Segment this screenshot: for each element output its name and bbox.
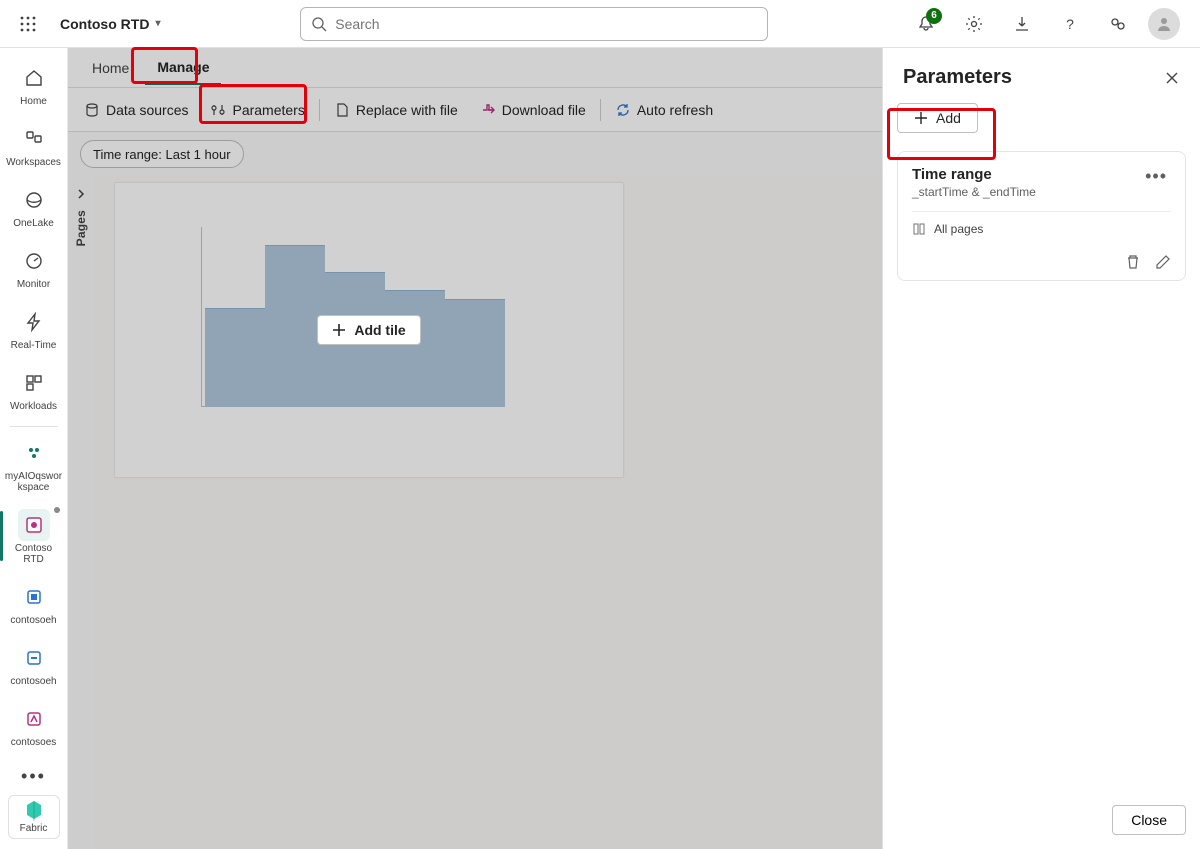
- chevron-down-icon: ▾: [155, 18, 160, 29]
- pages-icon: [912, 222, 926, 236]
- dashboard-canvas: Add tile: [94, 176, 882, 849]
- eventhouse-icon: [18, 581, 50, 613]
- chart-bar-1: [265, 245, 325, 407]
- plus-icon: [332, 323, 346, 337]
- autorefresh-icon: [615, 102, 631, 118]
- time-range-chip[interactable]: Time range: Last 1 hour: [80, 140, 244, 168]
- search-input[interactable]: [335, 16, 757, 32]
- add-parameter-button[interactable]: Add: [897, 103, 978, 133]
- datasource-icon: [84, 102, 100, 118]
- toolbar-separator: [319, 99, 320, 121]
- top-icons: 6 ?: [896, 6, 1192, 42]
- export-icon: [480, 102, 496, 118]
- app-launcher-icon[interactable]: [8, 4, 48, 44]
- pages-gutter: Pages: [68, 176, 94, 849]
- chart-bar-0: [205, 308, 265, 407]
- dashboard-icon: [18, 509, 50, 541]
- rail-divider: [10, 426, 58, 427]
- toolbar-separator-2: [600, 99, 601, 121]
- rail-monitor[interactable]: Monitor: [4, 239, 64, 294]
- rail-contosoeh-1[interactable]: contosoeh: [4, 575, 64, 630]
- workspace-name: Contoso RTD: [60, 16, 149, 32]
- status-dot-icon: [54, 507, 60, 513]
- realtime-icon: [18, 306, 50, 338]
- workspace-custom-icon: [18, 437, 50, 469]
- filters-row: Time range: Last 1 hour: [68, 132, 882, 176]
- fabric-icon: [23, 799, 45, 821]
- monitor-icon: [18, 245, 50, 277]
- search-icon: [311, 16, 327, 32]
- svg-text:?: ?: [1066, 16, 1074, 32]
- plus-icon: [914, 111, 928, 125]
- rail-more-icon[interactable]: •••: [13, 758, 54, 795]
- workloads-icon: [18, 367, 50, 399]
- close-panel-button[interactable]: Close: [1112, 805, 1186, 835]
- rail-contosoeh-2[interactable]: contosoeh: [4, 636, 64, 691]
- dashboard-tile-placeholder: Add tile: [114, 182, 624, 478]
- kql-icon: [18, 703, 50, 735]
- replace-file-button[interactable]: Replace with file: [324, 96, 468, 124]
- close-icon[interactable]: [1164, 70, 1180, 86]
- rail-myworkspace[interactable]: myAIOqsworkspace: [4, 431, 64, 497]
- help-icon[interactable]: ?: [1052, 6, 1088, 42]
- workspace-picker[interactable]: Contoso RTD ▾: [48, 0, 172, 47]
- parameters-panel: Parameters Add Time range _startTime & _…: [882, 48, 1200, 849]
- tabs-bar: Home Manage: [68, 48, 882, 88]
- tab-manage[interactable]: Manage: [145, 51, 221, 85]
- rail-workspaces[interactable]: Workspaces: [4, 117, 64, 172]
- feedback-icon[interactable]: [1100, 6, 1136, 42]
- data-sources-button[interactable]: Data sources: [74, 96, 198, 124]
- add-tile-button[interactable]: Add tile: [317, 315, 420, 345]
- settings-icon[interactable]: [956, 6, 992, 42]
- top-bar: Contoso RTD ▾ 6 ?: [0, 0, 1200, 48]
- rail-workloads[interactable]: Workloads: [4, 361, 64, 416]
- left-rail: Home Workspaces OneLake Monitor Real-Tim…: [0, 48, 68, 849]
- home-icon: [18, 62, 50, 94]
- parameter-card-timerange: Time range _startTime & _endTime ••• All…: [897, 151, 1186, 281]
- edit-parameter-icon[interactable]: [1155, 254, 1171, 270]
- download-file-button[interactable]: Download file: [470, 96, 596, 124]
- rail-onelake[interactable]: OneLake: [4, 178, 64, 233]
- panel-title: Parameters: [903, 66, 1012, 89]
- pages-label: Pages: [74, 210, 88, 246]
- download-icon[interactable]: [1004, 6, 1040, 42]
- fabric-switcher[interactable]: Fabric: [8, 795, 60, 839]
- chart-bar-4: [445, 299, 505, 407]
- pages-expand-icon[interactable]: [71, 184, 91, 204]
- avatar[interactable]: [1148, 8, 1180, 40]
- file-icon: [334, 102, 350, 118]
- rail-realtime[interactable]: Real-Time: [4, 300, 64, 355]
- parameters-icon: [210, 102, 226, 118]
- workspaces-icon: [18, 123, 50, 155]
- eventstream-icon: [18, 642, 50, 674]
- notification-badge: 6: [926, 8, 942, 24]
- parameter-scope: All pages: [912, 222, 1171, 236]
- auto-refresh-button[interactable]: Auto refresh: [605, 96, 723, 124]
- tab-home[interactable]: Home: [80, 52, 141, 84]
- main-area: Home Manage Data sources Parameters Repl…: [68, 48, 882, 849]
- search-input-wrap[interactable]: [300, 7, 768, 41]
- rail-contoso-rtd[interactable]: Contoso RTD: [4, 503, 64, 569]
- parameter-name: Time range: [912, 166, 1036, 183]
- manage-toolbar: Data sources Parameters Replace with fil…: [68, 88, 882, 132]
- onelake-icon: [18, 184, 50, 216]
- notifications-icon[interactable]: 6: [908, 6, 944, 42]
- rail-contosoes[interactable]: contosoes: [4, 697, 64, 752]
- rail-home[interactable]: Home: [4, 56, 64, 111]
- delete-parameter-icon[interactable]: [1125, 254, 1141, 270]
- parameter-more-icon[interactable]: •••: [1141, 166, 1171, 187]
- chart-bar-3: [385, 290, 445, 407]
- parameter-subtitle: _startTime & _endTime: [912, 185, 1036, 199]
- parameters-button[interactable]: Parameters: [200, 96, 314, 124]
